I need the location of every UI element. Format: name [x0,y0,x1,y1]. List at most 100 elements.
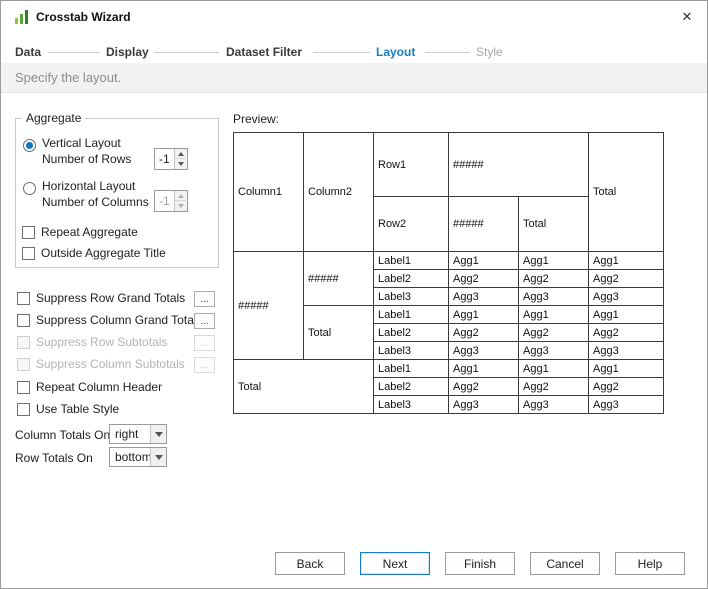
outside-aggregate-title-checkbox[interactable] [22,247,35,260]
repeat-aggregate-checkbox[interactable] [22,226,35,239]
horizontal-layout-radio[interactable] [23,182,36,195]
tab-layout[interactable]: Layout [376,45,415,59]
agg-cell: Agg3 [518,395,589,414]
row-label-cell: Label2 [373,323,449,342]
preview-grand-total-row-header-cell: Total [233,359,374,414]
column-totals-on-label: Column Totals On [15,428,111,442]
use-table-style-label: Use Table Style [36,402,120,416]
agg-cell: Agg1 [448,305,519,324]
agg-cell: Agg1 [448,251,519,270]
preview-row1-agg-cell: ##### [448,132,589,197]
preview-subtotal-header-cell: Total [303,305,374,360]
agg-cell: Agg1 [588,251,664,270]
suppress-row-subtotals-more-button: ... [194,335,215,351]
close-button[interactable]: ✕ [674,5,700,29]
spinner-up-icon[interactable] [175,149,188,159]
step-connector [154,52,219,53]
window-title: Crosstab Wizard [36,10,131,24]
row-label-cell: Label2 [373,377,449,396]
row-totals-on-select[interactable]: bottom [109,447,167,467]
cancel-button[interactable]: Cancel [530,552,600,575]
suppress-row-grand-totals-checkbox[interactable] [17,292,30,305]
preview-col2-header: Column2 [303,132,374,252]
row-label-cell: Label1 [373,359,449,378]
row-label-cell: Label1 [373,305,449,324]
preview-row2-header: Row2 [373,196,449,252]
next-button[interactable]: Next [360,552,430,575]
number-of-columns-value: -1 [159,194,170,208]
horizontal-layout-label: Horizontal Layout [42,179,136,193]
agg-cell: Agg1 [518,251,589,270]
agg-cell: Agg3 [588,395,664,414]
agg-cell: Agg3 [518,287,589,306]
step-connector [48,52,100,53]
repeat-column-header-checkbox[interactable] [17,381,30,394]
agg-cell: Agg3 [518,341,589,360]
agg-cell: Agg2 [518,323,589,342]
suppress-row-grand-totals-label: Suppress Row Grand Totals [36,291,186,305]
agg-cell: Agg3 [588,287,664,306]
spinner-up-icon [175,191,188,201]
suppress-column-grand-totals-more-button[interactable]: ... [194,313,215,329]
row-label-cell: Label1 [373,251,449,270]
suppress-column-subtotals-label: Suppress Column Subtotals [36,357,185,371]
row-label-cell: Label2 [373,269,449,288]
agg-cell: Agg1 [518,359,589,378]
preview-table: Column1 Column2 Row1 ##### Total Row2 ##… [233,132,664,414]
finish-button[interactable]: Finish [445,552,515,575]
title-bar: Crosstab Wizard ✕ [1,1,707,33]
crosstab-wizard-icon [15,10,28,24]
vertical-layout-label: Vertical Layout [42,136,121,150]
row-totals-on-label: Row Totals On [15,451,93,465]
aggregate-group-title: Aggregate [22,111,86,125]
help-button[interactable]: Help [615,552,685,575]
agg-cell: Agg2 [518,377,589,396]
repeat-column-header-row: Repeat Column Header [1,380,221,398]
repeat-aggregate-label: Repeat Aggregate [41,225,138,239]
step-connector [425,52,470,53]
row-label-cell: Label3 [373,341,449,360]
use-table-style-checkbox[interactable] [17,403,30,416]
tab-data[interactable]: Data [15,45,41,59]
outside-aggregate-title-label: Outside Aggregate Title [41,246,166,260]
tab-display[interactable]: Display [106,45,149,59]
suppress-column-grand-totals-label: Suppress Column Grand Totals [36,313,203,327]
suppress-row-subtotals-row: Suppress Row Subtotals ... [1,335,221,353]
subtitle-band: Specify the layout. [1,63,707,93]
agg-cell: Agg2 [448,377,519,396]
row-totals-on-value: bottom [115,450,152,464]
repeat-column-header-label: Repeat Column Header [36,380,163,394]
column-totals-on-value: right [115,427,139,441]
vertical-layout-radio[interactable] [23,139,36,152]
page-subtitle: Specify the layout. [15,70,122,85]
crosstab-wizard-dialog: Crosstab Wizard ✕ Data Display Dataset F… [0,0,708,589]
tab-style[interactable]: Style [476,45,503,59]
agg-cell: Agg3 [448,341,519,360]
suppress-column-grand-totals-checkbox[interactable] [17,314,30,327]
suppress-row-subtotals-checkbox [17,336,30,349]
spinner-buttons [174,191,188,211]
number-of-rows-value: -1 [159,152,170,166]
agg-cell: Agg2 [448,269,519,288]
agg-cell: Agg3 [588,341,664,360]
column-totals-on-select[interactable]: right [109,424,167,444]
number-of-rows-label: Number of Rows [42,152,132,166]
agg-cell: Agg1 [448,359,519,378]
suppress-column-grand-totals-row: Suppress Column Grand Totals ... [1,313,221,331]
back-button[interactable]: Back [275,552,345,575]
close-icon: ✕ [681,9,693,24]
number-of-rows-spinner[interactable]: -1 [154,148,188,170]
spinner-down-icon[interactable] [175,159,188,169]
row-label-cell: Label3 [373,395,449,414]
agg-cell: Agg3 [448,395,519,414]
preview-col1-header: Column1 [233,132,304,252]
suppress-row-grand-totals-more-button[interactable]: ... [194,291,215,307]
agg-cell: Agg2 [588,269,664,288]
agg-cell: Agg1 [518,305,589,324]
suppress-row-subtotals-label: Suppress Row Subtotals [36,335,168,349]
aggregate-group: Aggregate Vertical Layout Number of Rows… [15,111,219,268]
chevron-down-icon [150,448,166,466]
tab-dataset-filter[interactable]: Dataset Filter [226,45,302,59]
preview-row2-agg-cell: ##### [448,196,519,252]
use-table-style-row: Use Table Style [1,402,221,420]
